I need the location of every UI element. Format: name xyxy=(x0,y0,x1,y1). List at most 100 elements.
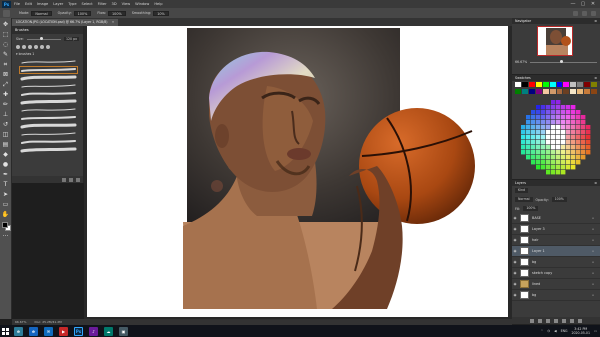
brush-stroke-preset[interactable] xyxy=(20,147,77,153)
color-wheel-cell[interactable] xyxy=(561,105,566,110)
color-wheel-cell[interactable] xyxy=(551,165,556,170)
color-wheel-cell[interactable] xyxy=(566,150,571,155)
color-wheel-cell[interactable] xyxy=(586,150,591,155)
brush-stroke-preset[interactable] xyxy=(20,59,77,65)
color-wheel-cell[interactable] xyxy=(571,140,576,145)
layer-visibility-eye-icon[interactable]: ◉ xyxy=(512,282,518,286)
color-wheel-cell[interactable] xyxy=(566,105,571,110)
layer-opacity-field[interactable]: 100% xyxy=(551,197,567,202)
color-wheel-cell[interactable] xyxy=(581,130,586,135)
color-wheel-cell[interactable] xyxy=(571,120,576,125)
brush-stroke-preset[interactable] xyxy=(19,66,78,74)
color-wheel-cell[interactable] xyxy=(546,120,551,125)
color-wheel-cell[interactable] xyxy=(551,170,556,175)
navigator-thumbnail[interactable] xyxy=(537,26,573,56)
color-wheel-cell[interactable] xyxy=(541,140,546,145)
color-wheel-cell[interactable] xyxy=(581,155,586,160)
color-wheel-cell[interactable] xyxy=(536,125,541,130)
color-wheel-cell[interactable] xyxy=(571,165,576,170)
path-select-tool-icon[interactable]: ➤ xyxy=(2,191,10,199)
color-wheel-cell[interactable] xyxy=(541,135,546,140)
color-wheel-cell[interactable] xyxy=(561,115,566,120)
menu-edit[interactable]: Edit xyxy=(25,2,32,6)
color-wheel-cell[interactable] xyxy=(556,150,561,155)
color-wheel-cell[interactable] xyxy=(561,125,566,130)
color-wheel-cell[interactable] xyxy=(576,160,581,165)
share-icon[interactable] xyxy=(591,10,596,16)
flow-field[interactable]: 100% xyxy=(108,10,126,16)
color-wheel-cell[interactable] xyxy=(531,135,536,140)
color-wheel-cell[interactable] xyxy=(546,105,551,110)
color-wheel-cell[interactable] xyxy=(531,155,536,160)
color-wheel-cell[interactable] xyxy=(546,155,551,160)
color-wheel-cell[interactable] xyxy=(541,145,546,150)
color-wheel-cell[interactable] xyxy=(541,150,546,155)
color-wheel-cell[interactable] xyxy=(581,140,586,145)
color-wheel-cell[interactable] xyxy=(521,140,526,145)
menu-file[interactable]: File xyxy=(14,2,20,6)
color-wheel-cell[interactable] xyxy=(576,150,581,155)
color-wheel-cell[interactable] xyxy=(546,150,551,155)
color-swatch[interactable] xyxy=(556,89,563,94)
crop-tool-icon[interactable]: ⌗ xyxy=(2,61,10,69)
color-wheel-cell[interactable] xyxy=(581,145,586,150)
layer-row[interactable]: ◉ bg ▫ xyxy=(512,290,600,301)
layer-row[interactable]: ◉ sketch copy ▫ xyxy=(512,268,600,279)
maximize-icon[interactable]: ▢ xyxy=(578,1,588,7)
color-wheel-cell[interactable] xyxy=(531,130,536,135)
document-canvas[interactable] xyxy=(87,26,508,317)
workspace-icon[interactable] xyxy=(582,10,587,16)
pen-tool-icon[interactable]: ✒ xyxy=(2,171,10,179)
color-wheel-cell[interactable] xyxy=(541,130,546,135)
color-wheel-cell[interactable] xyxy=(556,105,561,110)
color-wheel-cell[interactable] xyxy=(536,150,541,155)
color-swatch[interactable] xyxy=(542,89,549,94)
canvas-area[interactable] xyxy=(84,26,512,319)
document-tab[interactable]: LOCATION.JPG (LOCATION.psd) @ 66.7% (Lay… xyxy=(12,19,119,26)
color-wheel-cell[interactable] xyxy=(586,130,591,135)
color-wheel-cell[interactable] xyxy=(576,145,581,150)
color-wheel-cell[interactable] xyxy=(551,150,556,155)
color-wheel-cell[interactable] xyxy=(561,140,566,145)
color-wheel-cell[interactable] xyxy=(526,115,531,120)
color-wheel-cell[interactable] xyxy=(531,140,536,145)
color-wheel-cell[interactable] xyxy=(526,155,531,160)
color-wheel-cell[interactable] xyxy=(526,120,531,125)
layer-name[interactable]: sketch copy xyxy=(532,271,592,275)
color-wheel-cell[interactable] xyxy=(536,130,541,135)
artwork-painting[interactable] xyxy=(87,26,508,317)
brush-folder[interactable]: ▾ brushes 1 xyxy=(12,51,83,57)
adjustment-layer-icon[interactable] xyxy=(554,318,558,323)
color-wheel-cell[interactable] xyxy=(556,125,561,130)
color-wheel-cell[interactable] xyxy=(556,130,561,135)
color-wheel-cell[interactable] xyxy=(566,165,571,170)
color-wheel-cell[interactable] xyxy=(546,115,551,120)
layer-kind-filter[interactable]: Kind xyxy=(515,188,529,193)
layer-name[interactable]: hair xyxy=(532,238,592,242)
color-wheel-cell[interactable] xyxy=(561,160,566,165)
stamp-tool-icon[interactable]: ⊥ xyxy=(2,111,10,119)
layer-visibility-eye-icon[interactable]: ◉ xyxy=(512,238,518,242)
color-wheel-cell[interactable] xyxy=(571,145,576,150)
layer-name[interactable]: Layer 3 xyxy=(532,227,592,231)
color-swatch[interactable] xyxy=(528,82,535,87)
color-wheel-cell[interactable] xyxy=(571,135,576,140)
new-brush-group-icon[interactable] xyxy=(62,177,66,182)
color-wheel-cell[interactable] xyxy=(526,135,531,140)
color-wheel-cell[interactable] xyxy=(556,170,561,175)
eyedropper-tool-icon[interactable]: ⤢ xyxy=(2,81,10,89)
smoothing-control[interactable]: Smoothing: 10% xyxy=(132,10,169,16)
color-wheel-cell[interactable] xyxy=(556,100,561,105)
layer-visibility-eye-icon[interactable]: ◉ xyxy=(512,216,518,220)
frame-tool-icon[interactable]: ⊠ xyxy=(2,71,10,79)
type-tool-icon[interactable]: T xyxy=(2,181,10,189)
color-wheel-cell[interactable] xyxy=(556,145,561,150)
color-swatch[interactable] xyxy=(528,89,535,94)
layer-name[interactable]: lined xyxy=(532,282,592,286)
color-wheel-cell[interactable] xyxy=(531,120,536,125)
color-wheel-cell[interactable] xyxy=(551,160,556,165)
windows-start-button[interactable] xyxy=(0,325,11,337)
brush-stroke-preset[interactable] xyxy=(20,99,77,105)
eraser-tool-icon[interactable]: ◫ xyxy=(2,131,10,139)
panel-menu-icon[interactable]: ≡ xyxy=(594,76,597,80)
